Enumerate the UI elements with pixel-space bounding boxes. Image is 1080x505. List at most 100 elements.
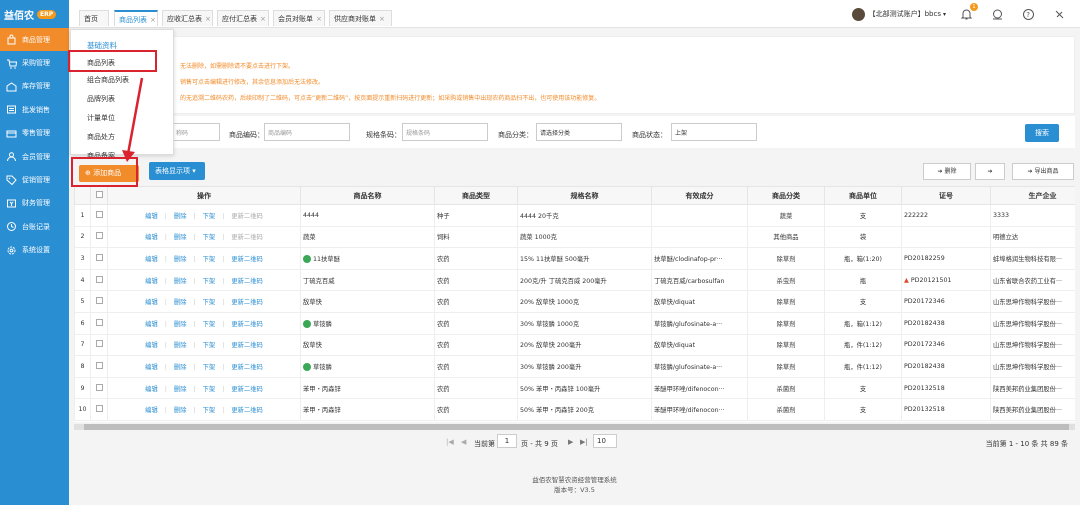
delete-link[interactable]: 删除 <box>174 213 187 220</box>
update-qr-link[interactable]: 更新二维码 <box>231 321 262 328</box>
sidebar-item-ledger[interactable]: 台账记录 <box>0 215 69 238</box>
submenu-item[interactable]: 计量单位 <box>87 113 115 123</box>
sidebar-item-warehouse[interactable]: 库存管理 <box>0 75 69 98</box>
delete-link[interactable]: 删除 <box>174 364 187 371</box>
close-icon[interactable]: × <box>205 15 211 23</box>
edit-link[interactable]: 编辑 <box>145 342 158 349</box>
export-button[interactable]: ➔ 导出商品 <box>1012 163 1074 180</box>
update-qr-link[interactable]: 更新二维码 <box>231 256 262 263</box>
column-header[interactable]: 有效成分 <box>651 186 748 205</box>
row-checkbox[interactable] <box>95 340 103 348</box>
sidebar-item-settings[interactable]: 系统设置 <box>0 239 69 262</box>
avatar[interactable] <box>851 7 865 21</box>
column-header[interactable]: 生产企业 <box>990 186 1075 205</box>
scrollbar-thumb[interactable] <box>84 424 1069 430</box>
row-checkbox[interactable] <box>95 361 103 369</box>
last-page-icon[interactable]: ▶| <box>580 438 588 446</box>
unshelve-link[interactable]: 下架 <box>203 407 216 414</box>
sidebar-item-finance[interactable]: 财务管理 <box>0 192 69 215</box>
update-qr-link[interactable]: 更新二维码 <box>231 213 262 220</box>
select-all-checkbox[interactable] <box>95 191 103 198</box>
unshelve-link[interactable]: 下架 <box>203 256 216 263</box>
update-qr-link[interactable]: 更新二维码 <box>231 407 262 414</box>
tab-0[interactable]: 首页 <box>79 10 109 26</box>
logout-icon[interactable] <box>1053 8 1066 21</box>
delete-link[interactable]: 删除 <box>174 234 187 241</box>
tab-3[interactable]: 应付汇总表 × <box>217 10 269 26</box>
delete-button[interactable]: ➔ 删除 <box>923 163 971 180</box>
row-checkbox[interactable] <box>95 405 103 413</box>
tab-2[interactable]: 应收汇总表 × <box>162 10 213 26</box>
column-header[interactable]: 商品分类 <box>747 186 825 205</box>
category-select[interactable]: 请选择分类 <box>536 123 622 141</box>
unshelve-link[interactable]: 下架 <box>203 234 216 241</box>
update-qr-link[interactable]: 更新二维码 <box>231 278 262 285</box>
close-icon[interactable]: × <box>316 15 322 23</box>
delete-link[interactable]: 删除 <box>174 256 187 263</box>
column-header[interactable]: 证号 <box>901 186 991 205</box>
row-checkbox[interactable] <box>95 297 103 305</box>
edit-link[interactable]: 编辑 <box>145 234 158 241</box>
delete-link[interactable]: 删除 <box>174 342 187 349</box>
edit-link[interactable]: 编辑 <box>145 364 158 371</box>
tab-4[interactable]: 会员对账单 × <box>273 10 325 26</box>
bell-icon[interactable]: 1 <box>960 2 978 21</box>
column-header[interactable]: 操作 <box>107 186 301 205</box>
unshelve-link[interactable]: 下架 <box>203 386 216 393</box>
edit-link[interactable]: 编辑 <box>145 213 158 220</box>
status-select[interactable]: 上架 <box>671 123 757 141</box>
unshelve-link[interactable]: 下架 <box>203 278 216 285</box>
delete-link[interactable]: 删除 <box>174 386 187 393</box>
import-button[interactable]: ➔ <box>975 163 1005 180</box>
user-name[interactable]: 【北部测试账户】bbcs <box>869 9 941 19</box>
unshelve-link[interactable]: 下架 <box>203 321 216 328</box>
update-qr-link[interactable]: 更新二维码 <box>231 299 262 306</box>
row-checkbox[interactable] <box>95 318 103 326</box>
next-page-icon[interactable]: ▶ <box>568 438 573 446</box>
page-input[interactable]: 1 <box>497 434 517 448</box>
display-columns-button[interactable]: 表格显示项 ▾ <box>149 162 205 180</box>
column-header[interactable]: 商品类型 <box>434 186 518 205</box>
edit-link[interactable]: 编辑 <box>145 386 158 393</box>
sidebar-item-bag[interactable]: 商品管理 <box>0 28 69 52</box>
delete-link[interactable]: 删除 <box>174 321 187 328</box>
column-header[interactable]: 商品名称 <box>300 186 435 205</box>
product-name-input[interactable]: 称码 <box>172 123 220 141</box>
update-qr-link[interactable]: 更新二维码 <box>231 342 262 349</box>
support-icon[interactable] <box>991 8 1004 21</box>
edit-link[interactable]: 编辑 <box>145 299 158 306</box>
row-checkbox[interactable] <box>95 275 103 283</box>
chevron-down-icon[interactable]: ▾ <box>943 11 946 18</box>
product-code-input[interactable]: 商品编码 <box>264 123 350 141</box>
prev-page-icon[interactable]: ◀ <box>461 438 466 446</box>
sidebar-item-tag[interactable]: 促销管理 <box>0 168 69 191</box>
row-checkbox[interactable] <box>95 253 103 261</box>
tab-5[interactable]: 供应商对账单 × <box>329 10 392 26</box>
close-icon[interactable]: × <box>260 15 266 23</box>
unshelve-link[interactable]: 下架 <box>203 299 216 306</box>
column-header[interactable]: 规格名称 <box>517 186 652 205</box>
page-size-select[interactable]: 10 <box>593 434 617 448</box>
delete-link[interactable]: 删除 <box>174 278 187 285</box>
sidebar-item-member[interactable]: 会员管理 <box>0 145 69 168</box>
delete-link[interactable]: 删除 <box>174 407 187 414</box>
edit-link[interactable]: 编辑 <box>145 256 158 263</box>
sidebar-item-retail[interactable]: 零售管理 <box>0 122 69 145</box>
help-icon[interactable]: ? <box>1022 8 1035 21</box>
row-checkbox[interactable] <box>95 210 103 218</box>
row-checkbox[interactable] <box>95 383 103 391</box>
first-page-icon[interactable]: |◀ <box>446 438 454 446</box>
submenu-item[interactable]: 组合商品列表 <box>87 75 129 85</box>
edit-link[interactable]: 编辑 <box>145 407 158 414</box>
submenu-item[interactable]: 商品处方 <box>87 132 115 142</box>
unshelve-link[interactable]: 下架 <box>203 213 216 220</box>
unshelve-link[interactable]: 下架 <box>203 342 216 349</box>
close-icon[interactable]: × <box>150 16 156 24</box>
close-icon[interactable]: × <box>379 15 385 23</box>
barcode-input[interactable]: 规格条码 <box>402 123 488 141</box>
row-checkbox[interactable] <box>95 232 103 240</box>
sidebar-item-wholesale[interactable]: 批发销售 <box>0 98 69 121</box>
edit-link[interactable]: 编辑 <box>145 321 158 328</box>
delete-link[interactable]: 删除 <box>174 299 187 306</box>
update-qr-link[interactable]: 更新二维码 <box>231 364 262 371</box>
